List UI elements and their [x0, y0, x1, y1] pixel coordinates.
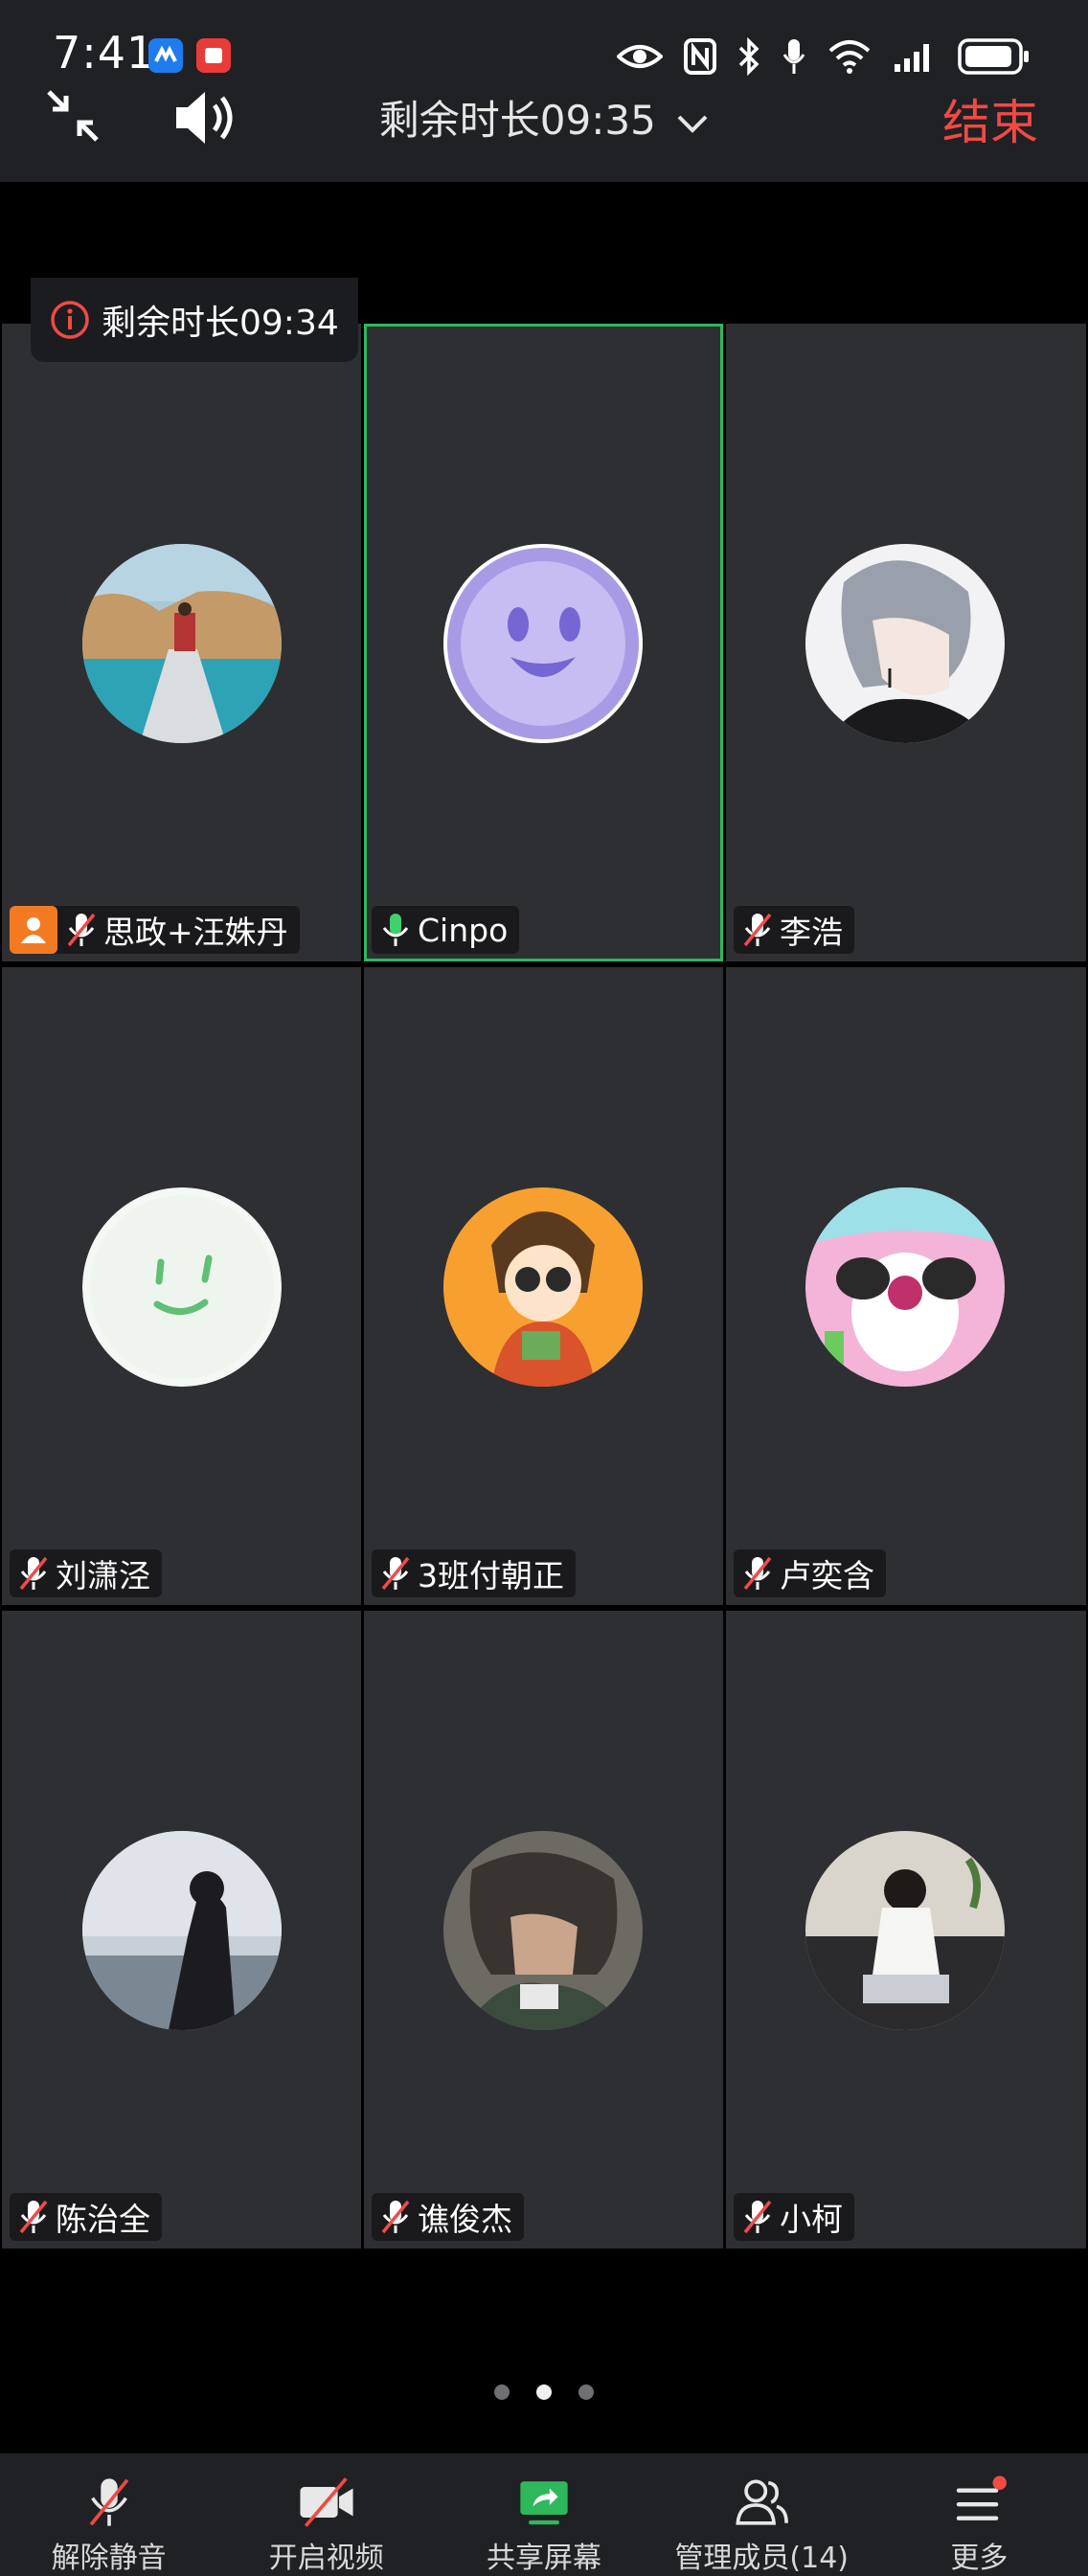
- participant-name: 刘潇泾: [56, 1557, 150, 1594]
- participant-nametag: 刘潇泾: [10, 1549, 162, 1597]
- eye-icon: [617, 45, 663, 68]
- meeting-timer-dropdown[interactable]: 剩余时长09:35: [0, 88, 1088, 147]
- signal-icon: [895, 44, 929, 72]
- participant-tile-active-speaker[interactable]: Cinpo: [364, 324, 723, 961]
- avatar: [805, 1831, 1005, 2030]
- participant-name: 小柯: [780, 2201, 843, 2238]
- page-dot-current[interactable]: [536, 2384, 552, 2400]
- participant-nametag: 思政+汪姝丹: [10, 906, 300, 954]
- participant-name: 卢奕含: [780, 1557, 874, 1594]
- app-notification-icon: [196, 38, 231, 73]
- participant-tile[interactable]: 谯俊杰: [364, 1611, 723, 2248]
- app-notification-icon: [148, 38, 183, 73]
- members-icon: [736, 2479, 789, 2525]
- participant-nametag: 卢奕含: [734, 1549, 886, 1597]
- meeting-header: 剩余时长09:35 结束: [0, 77, 1088, 182]
- participant-name: 李浩: [780, 914, 843, 951]
- meeting-timer-text: 剩余时长09:35: [378, 97, 656, 144]
- avatar: [443, 1187, 643, 1387]
- avatar: [443, 544, 643, 743]
- unmute-label: 解除静音: [51, 2542, 167, 2575]
- more-label: 更多: [950, 2542, 1009, 2575]
- bottom-toolbar: 解除静音 开启视频 共享屏幕 管理成员(14) 更多: [0, 2453, 1088, 2576]
- participant-nametag: 李浩: [734, 906, 854, 954]
- manage-members-button[interactable]: 管理成员(14): [653, 2453, 871, 2576]
- participant-nametag: 陈治全: [10, 2193, 162, 2241]
- video-off-icon: [300, 2477, 353, 2527]
- wifi-icon: [828, 40, 871, 74]
- avatar: [805, 1187, 1005, 1387]
- muted-mic-icon: [89, 2478, 128, 2526]
- share-screen-label: 共享屏幕: [487, 2542, 601, 2575]
- status-icons: [617, 33, 1031, 80]
- host-badge: [10, 906, 57, 954]
- end-meeting-button[interactable]: 结束: [942, 84, 1038, 153]
- nfc-icon: [684, 38, 716, 75]
- battery-icon: [958, 38, 1029, 75]
- participant-tile[interactable]: 刘潇泾: [2, 967, 361, 1605]
- avatar: [443, 1831, 643, 2030]
- muted-mic-icon: [381, 2200, 410, 2234]
- participant-name: 3班付朝正: [418, 1557, 564, 1594]
- muted-mic-icon: [19, 2200, 48, 2234]
- page-dot[interactable]: [578, 2384, 594, 2400]
- participant-tile[interactable]: 陈治全: [2, 1611, 361, 2248]
- start-video-button[interactable]: 开启视频: [217, 2453, 435, 2576]
- participant-name: 思政+汪姝丹: [103, 914, 288, 951]
- unmute-button[interactable]: 解除静音: [0, 2453, 217, 2576]
- participant-name: Cinpo: [418, 911, 509, 949]
- participant-tile[interactable]: 小柯: [726, 1611, 1086, 2248]
- muted-mic-icon: [67, 913, 96, 947]
- info-icon: [51, 301, 89, 339]
- muted-mic-icon: [19, 1556, 48, 1591]
- muted-mic-icon: [381, 1556, 410, 1591]
- start-video-label: 开启视频: [268, 2542, 384, 2575]
- participant-name: 谯俊杰: [418, 2201, 512, 2238]
- more-button[interactable]: 更多: [871, 2453, 1088, 2576]
- chevron-down-icon: [677, 115, 708, 133]
- share-screen-button[interactable]: 共享屏幕: [435, 2453, 652, 2576]
- muted-mic-icon: [743, 913, 772, 947]
- menu-icon: [957, 2475, 1008, 2520]
- participant-nametag: 小柯: [734, 2193, 854, 2241]
- page-indicator[interactable]: [0, 2384, 1088, 2400]
- microphone-icon: [782, 39, 805, 74]
- avatar: [82, 1187, 282, 1387]
- participant-nametag: 3班付朝正: [372, 1549, 576, 1597]
- avatar: [82, 544, 282, 743]
- participant-nametag: Cinpo: [372, 906, 520, 954]
- bluetooth-icon: [738, 37, 759, 76]
- toast-text: 剩余时长09:34: [102, 304, 339, 343]
- participant-tile[interactable]: 思政+汪姝丹: [2, 324, 361, 961]
- participant-nametag: 谯俊杰: [372, 2193, 524, 2241]
- muted-mic-icon: [743, 2200, 772, 2234]
- participant-grid: 思政+汪姝丹 Cinpo 李浩 刘潇泾 3班付朝正 卢奕含 陈治全 谯俊杰 小柯: [0, 324, 1088, 2252]
- remaining-time-toast: 剩余时长09:34: [31, 278, 358, 362]
- microphone-active-icon: [382, 914, 409, 946]
- participant-tile[interactable]: 3班付朝正: [364, 967, 723, 1605]
- participant-tile[interactable]: 卢奕含: [726, 967, 1086, 1605]
- share-screen-icon: [520, 2481, 568, 2525]
- participant-tile[interactable]: 李浩: [726, 324, 1086, 961]
- page-dot[interactable]: [494, 2384, 510, 2400]
- muted-mic-icon: [743, 1556, 772, 1591]
- status-time: 7:41: [53, 27, 156, 79]
- participant-name: 陈治全: [56, 2201, 150, 2238]
- avatar: [805, 544, 1005, 743]
- avatar: [82, 1831, 282, 2030]
- manage-members-label: 管理成员(14): [674, 2542, 849, 2575]
